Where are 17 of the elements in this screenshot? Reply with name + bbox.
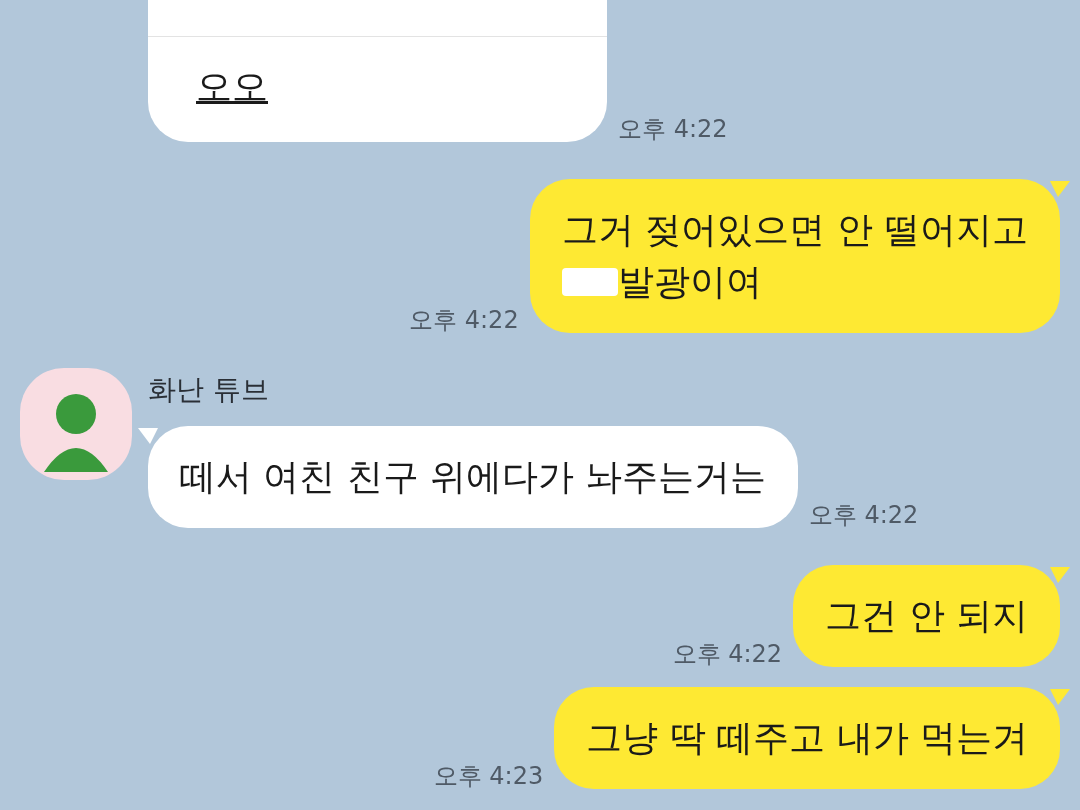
message-time: 오후 4:23 bbox=[432, 764, 545, 789]
message-text: 그건 안 되지 bbox=[825, 594, 1028, 638]
profile-avatar[interactable] bbox=[20, 368, 132, 480]
bubble-tail bbox=[138, 428, 158, 444]
message-time: 오후 4:22 bbox=[671, 642, 784, 667]
message-text: 그냥 딱 떼주고 내가 먹는겨 bbox=[586, 716, 1028, 760]
message-time: 오후 4:22 bbox=[617, 117, 729, 142]
message-time: 오후 4:22 bbox=[807, 503, 920, 528]
message-text: 떼서 여친 친구 위에다가 놔주는거는 bbox=[180, 455, 766, 499]
sender-name: 화난 튜브 bbox=[148, 376, 270, 404]
bubble-tail bbox=[1050, 567, 1070, 583]
message-time: 오후 4:22 bbox=[408, 308, 520, 333]
message-text: 그거 젖어있으면 안 떨어지고 bbox=[561, 208, 1028, 252]
bubble-tail bbox=[1050, 689, 1070, 705]
link-text[interactable]: 오오 bbox=[196, 65, 268, 109]
message-text: 발광이여 bbox=[617, 260, 762, 304]
bubble-tail bbox=[1050, 181, 1070, 197]
